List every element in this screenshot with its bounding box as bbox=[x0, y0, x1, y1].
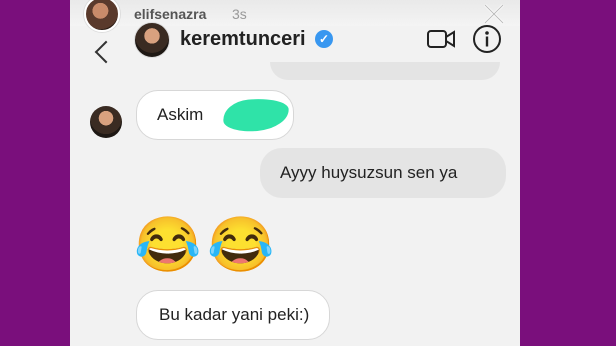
emoji-message[interactable]: 😂😂 bbox=[134, 210, 280, 280]
message-avatar[interactable] bbox=[90, 106, 122, 138]
chat-header: keremtunceri ✓ bbox=[70, 14, 520, 64]
message-bubble-sent[interactable]: Ayyy huysuzsun sen ya bbox=[260, 148, 506, 198]
message-bubble-received[interactable]: Bu kadar yani peki:) bbox=[136, 290, 330, 340]
back-arrow-icon[interactable] bbox=[94, 40, 118, 64]
contact-name[interactable]: keremtunceri bbox=[180, 28, 306, 51]
redaction-scribble bbox=[221, 96, 291, 134]
contact-avatar[interactable] bbox=[134, 22, 170, 58]
message-text: Ayyy huysuzsun sen ya bbox=[280, 163, 458, 182]
previous-message-bubble bbox=[270, 62, 500, 80]
message-text: Askim bbox=[157, 105, 204, 124]
verified-badge-icon: ✓ bbox=[315, 30, 333, 48]
story-frame: elifsenazra 3s keremtunceri ✓ Askim Ayyy… bbox=[70, 0, 520, 346]
message-bubble-received[interactable]: Askim bbox=[136, 90, 294, 140]
info-icon[interactable] bbox=[472, 24, 502, 54]
message-text: Bu kadar yani peki:) bbox=[159, 305, 310, 324]
video-camera-icon[interactable] bbox=[426, 28, 456, 50]
